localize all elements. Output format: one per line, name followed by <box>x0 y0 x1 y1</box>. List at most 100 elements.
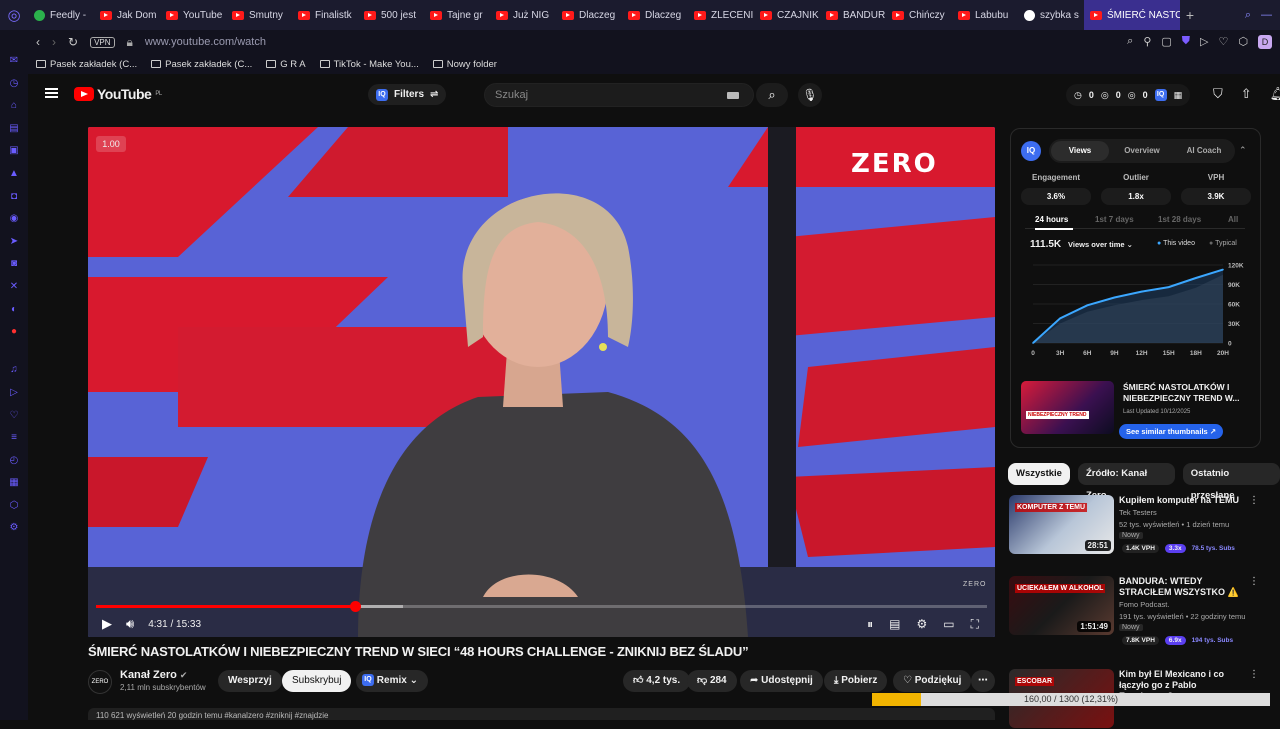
browser-logo-icon[interactable]: ◎ <box>0 0 28 30</box>
share-button[interactable]: ➦ Udostępnij <box>740 670 823 692</box>
browser-tab[interactable]: 500 jest <box>358 0 424 30</box>
box-icon[interactable]: ▦ <box>9 476 18 489</box>
thanks-button[interactable]: ♡ Podziękuj <box>893 670 972 692</box>
voice-search-button[interactable]: 🎙︎ <box>798 83 822 107</box>
bag-icon[interactable]: ⌂ <box>11 99 17 112</box>
telegram-icon[interactable]: ➤ <box>10 235 18 248</box>
snapshot-icon[interactable]: ▢ <box>1161 35 1171 49</box>
tab-search-icon[interactable]: ⌕ <box>1245 9 1251 22</box>
bookmark-item[interactable]: Pasek zakładek (C... <box>151 59 252 70</box>
browser-tab[interactable]: YouTube <box>160 0 226 30</box>
video-title[interactable]: BANDURA: WTEDY STRACIŁEM WSZYSTKO ⚠️ <box>1119 576 1244 598</box>
subscribe-button[interactable]: Subskrybuj <box>282 670 352 692</box>
description-preview[interactable]: 110 621 wyświetleń 20 godzin temu #kanal… <box>88 708 995 720</box>
browser-tab[interactable]: Tajne gr <box>424 0 490 30</box>
hat-icon[interactable]: ⛉ <box>1213 86 1223 102</box>
video-thumbnail[interactable]: KOMPUTER Z TEMU 28:51 <box>1009 495 1114 554</box>
discord-icon[interactable]: ◐ <box>11 303 17 316</box>
recommended-video[interactable]: KOMPUTER Z TEMU 28:51 Kupiłem komputer na … <box>1009 495 1269 555</box>
range-28d[interactable]: 1st 28 days <box>1158 215 1201 224</box>
play-button[interactable]: ▶ <box>102 616 112 632</box>
instagram-icon[interactable]: ◙ <box>11 257 17 270</box>
history-icon[interactable]: ◷ <box>10 77 19 90</box>
flow-icon[interactable]: ▷ <box>10 386 18 399</box>
forward-icon[interactable]: › <box>52 35 56 49</box>
back-icon[interactable]: ‹ <box>36 35 40 49</box>
send-icon[interactable]: ▷ <box>1200 35 1208 49</box>
filter-chip[interactable]: Wszystkie <box>1008 463 1070 485</box>
video-thumbnail[interactable]: UCIEKAŁEM W ALKOHOL 1:51:49 <box>1009 576 1114 635</box>
channel-name[interactable]: Fomo Podcast. <box>1119 600 1169 609</box>
url-field[interactable]: www.youtube.com/watch <box>145 36 266 48</box>
browser-tab[interactable]: Feedly - <box>28 0 94 30</box>
lock-icon[interactable]: 🔒︎ <box>127 35 133 50</box>
new-tab-button[interactable]: + <box>1180 7 1200 23</box>
dislike-button[interactable]: 👎︎ 284 <box>687 670 737 692</box>
current-thumbnail[interactable]: NIEBEZPIECZNY TREND <box>1021 381 1114 434</box>
window-minimize-icon[interactable]: — <box>1261 9 1272 22</box>
search-button[interactable]: ⌕ <box>756 83 788 107</box>
video-player[interactable]: 1.00 ZERO ZERO ▶ 🔊︎ 4:31 / 15:33 ⏸ ▤ ⚙ ▭… <box>88 127 995 637</box>
notifications-bell-icon[interactable]: 🔔︎ <box>1270 86 1280 102</box>
views-dropdown[interactable]: Views over time ⌄ <box>1068 240 1133 249</box>
browser-tab[interactable]: szybka s <box>1018 0 1084 30</box>
messenger-icon[interactable]: ✉ <box>10 54 18 67</box>
clock-icon[interactable]: ◴ <box>10 454 19 467</box>
vidiq-badge[interactable]: IQ <box>1021 141 1041 161</box>
browser-tab[interactable]: BANDUR <box>820 0 886 30</box>
similar-thumbnails-button[interactable]: See similar thumbnails ↗ <box>1119 424 1224 439</box>
tab-ai-coach[interactable]: AI Coach <box>1175 141 1233 161</box>
wallet-icon[interactable]: ▤ <box>9 122 18 135</box>
browser-tab[interactable]: Finalistk <box>292 0 358 30</box>
more-options-icon[interactable]: ⋮ <box>1249 576 1259 587</box>
channel-avatar[interactable]: ZERO <box>88 670 112 694</box>
browser-tab[interactable]: ZLECENI <box>688 0 754 30</box>
filter-chip[interactable]: Źródło: Kanał Zero <box>1077 463 1175 501</box>
range-all[interactable]: All <box>1228 215 1238 224</box>
heart-icon[interactable]: ♡ <box>10 409 19 422</box>
like-button[interactable]: 👍︎ 4,2 tys. <box>623 670 691 692</box>
profile-avatar[interactable]: D <box>1258 35 1272 49</box>
extension-icon[interactable]: ⬡ <box>10 499 19 512</box>
m-icon[interactable]: ▣ <box>9 144 18 157</box>
support-button[interactable]: Wesprzyj <box>218 670 282 692</box>
extension-counters[interactable]: ◷ 0 ◎ 0 ◎ 0 IQ ▦ <box>1066 84 1191 106</box>
twitch-icon[interactable]: ◘ <box>11 190 17 203</box>
autoplay-toggle[interactable]: ⏸ <box>867 617 873 632</box>
playback-speed-badge[interactable]: 1.00 <box>96 136 126 152</box>
more-actions-button[interactable]: ⋯ <box>971 670 995 692</box>
bookmark-item[interactable]: G R A <box>266 59 306 70</box>
tab-views[interactable]: Views <box>1051 141 1109 161</box>
recommended-video[interactable]: UCIEKAŁEM W ALKOHOL 1:51:49 BANDURA: WTEDY… <box>1009 576 1269 645</box>
browser-tab[interactable]: Już NIG <box>490 0 556 30</box>
aria-icon[interactable]: ▲ <box>9 167 19 180</box>
bookmark-item[interactable]: TikTok - Make You... <box>319 59 419 70</box>
browser-tab[interactable]: Jak Dom <box>94 0 160 30</box>
channel-name[interactable]: Tek Testers <box>1119 508 1157 517</box>
browser-tab[interactable]: Smutny <box>226 0 292 30</box>
bookmark-item[interactable]: Nowy folder <box>432 59 497 70</box>
menu-icon[interactable] <box>45 88 58 98</box>
range-24h[interactable]: 24 hours <box>1035 215 1068 224</box>
settings-icon[interactable]: ⚙ <box>10 521 19 534</box>
search-input[interactable]: Szukaj <box>484 83 754 107</box>
bookmark-heart-icon[interactable]: ♡ <box>1219 35 1229 49</box>
download-button[interactable]: ⤓ Pobierz <box>824 670 888 692</box>
keyboard-icon[interactable] <box>727 92 739 99</box>
youtube-logo[interactable]: YouTube PL <box>74 86 162 102</box>
volume-icon[interactable]: 🔊︎ <box>126 616 134 632</box>
filters-button[interactable]: IQ Filters ⇌ <box>368 84 447 105</box>
vpn-badge[interactable]: VPN <box>90 36 115 48</box>
collapse-chevron-icon[interactable]: ⌃ <box>1239 145 1247 156</box>
browser-tab[interactable]: Dlaczeg <box>556 0 622 30</box>
extensions-icon[interactable]: ⬡ <box>1238 35 1248 49</box>
shield-icon[interactable]: ⛊ <box>1182 35 1190 49</box>
theater-mode-icon[interactable]: ▭ <box>943 617 954 632</box>
browser-tab[interactable]: ŚMIERĆ NASTOL <box>1084 0 1180 30</box>
zoom-icon[interactable]: ⌕ <box>1127 35 1133 49</box>
more-options-icon[interactable]: ⋮ <box>1249 495 1259 506</box>
remix-button[interactable]: IQ Remix ⌄ <box>356 670 428 692</box>
filter-chip[interactable]: Ostatnio przesłane <box>1182 463 1280 501</box>
youtube-red-icon[interactable]: ● <box>11 325 17 338</box>
bookmark-item[interactable]: Pasek zakładek (C... <box>36 59 137 70</box>
